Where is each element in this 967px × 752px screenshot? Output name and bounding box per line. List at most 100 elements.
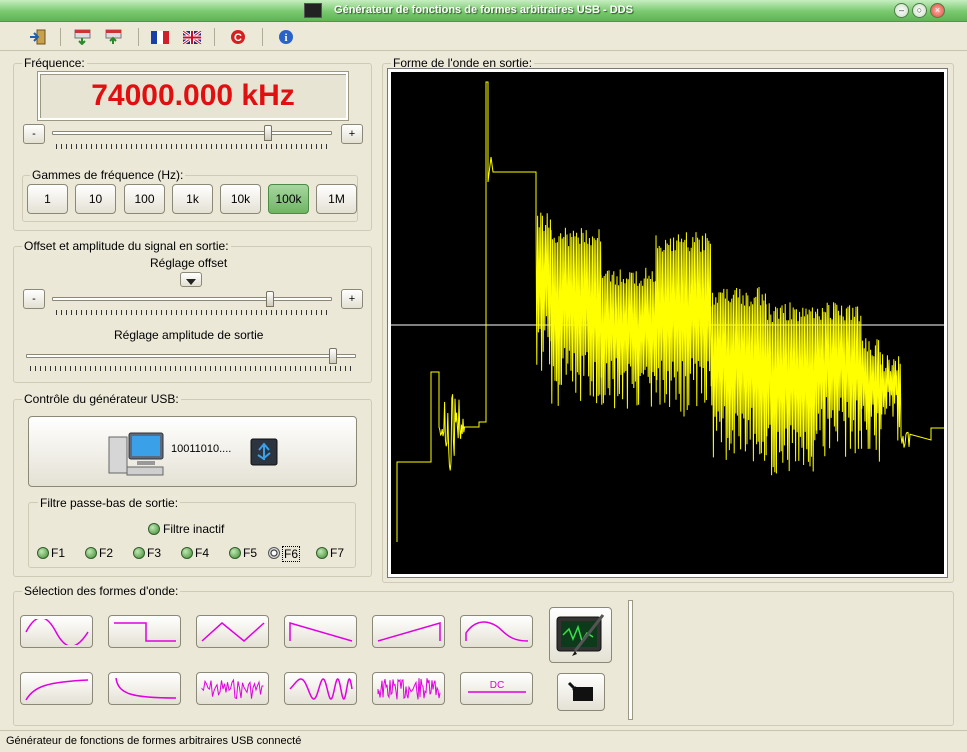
filter-radio-f1[interactable] [37, 547, 49, 559]
upload-icon[interactable] [104, 28, 124, 46]
range-button-1[interactable]: 1 [27, 184, 68, 214]
status-text: Générateur de fonctions de formes arbitr… [6, 735, 302, 747]
offset-dropdown-button[interactable] [180, 272, 202, 287]
frequency-slider-thumb[interactable] [263, 125, 272, 141]
offset-increase-button[interactable]: + [341, 289, 363, 309]
computer-icon [108, 432, 164, 476]
status-bar: Générateur de fonctions de formes arbitr… [0, 730, 967, 752]
scope-title: Forme de l'onde en sortie: [391, 56, 535, 70]
frequency-decrease-button[interactable]: - [23, 124, 45, 144]
frequency-slider-ticks [56, 144, 330, 149]
waveform-trace [396, 81, 944, 542]
filter-radio-f6[interactable] [268, 547, 280, 559]
offset-slider-thumb[interactable] [266, 291, 275, 307]
toolbar: C i [0, 23, 967, 51]
amplitude-label: Réglage amplitude de sortie [114, 328, 264, 342]
frequency-increase-button[interactable]: + [341, 124, 363, 144]
usb-chip-icon [250, 438, 278, 466]
frequency-display: 74000.000 kHz [38, 72, 348, 120]
ramp-up-button[interactable] [372, 615, 445, 648]
sine-wave-button[interactable] [20, 615, 93, 648]
close-button[interactable]: × [930, 3, 945, 18]
info-icon[interactable]: i [276, 28, 296, 46]
toolbar-separator [138, 28, 139, 46]
ramp-up-icon [377, 622, 441, 642]
waveform-selection-title: Sélection des formes d'onde: [22, 584, 181, 598]
scope-pen-icon [556, 614, 605, 656]
svg-text:i: i [284, 32, 287, 44]
window-title: Générateur de fonctions de formes arbitr… [334, 4, 633, 16]
dc-icon: DC [468, 680, 526, 693]
waveform-selection-group [13, 591, 954, 726]
maximize-button[interactable]: ○ [912, 3, 927, 18]
ramp-down-button[interactable] [284, 615, 357, 648]
usb-connect-button[interactable]: 10011010.... [28, 416, 357, 487]
toolbar-separator [60, 28, 61, 46]
range-button-10[interactable]: 10 [75, 184, 116, 214]
sine-wave-icon [25, 619, 89, 645]
range-button-100[interactable]: 100 [124, 184, 165, 214]
range-button-1M[interactable]: 1M [316, 184, 357, 214]
load-file-button[interactable] [557, 673, 605, 711]
exit-icon[interactable] [28, 28, 48, 46]
offset-amplitude-title: Offset et amplitude du signal en sortie: [22, 239, 231, 253]
amplitude-slider-ticks [30, 366, 354, 371]
offset-decrease-button[interactable]: - [23, 289, 45, 309]
range-button-10k[interactable]: 10k [220, 184, 261, 214]
noise-button[interactable] [196, 672, 269, 705]
offset-slider-track[interactable] [52, 297, 332, 301]
load-file-icon [567, 681, 593, 701]
dc-label: DC [490, 680, 504, 691]
filter-label-f1: F1 [51, 546, 66, 560]
noise-icon [201, 678, 264, 700]
filter-radio-f2[interactable] [85, 547, 97, 559]
exponential-decay-button[interactable] [108, 672, 181, 705]
filter-label-f2: F2 [99, 546, 114, 560]
waveform-display [388, 69, 947, 577]
chevron-down-icon [186, 279, 196, 285]
range-button-1k[interactable]: 1k [172, 184, 213, 214]
charge-curve-button[interactable] [460, 615, 533, 648]
usb-bits-label: 10011010.... [171, 443, 232, 455]
chirp-button[interactable] [284, 672, 357, 705]
filter-label-f5: F5 [243, 546, 258, 560]
range-button-100k[interactable]: 100k [268, 184, 309, 214]
filter-radio-f7[interactable] [316, 547, 328, 559]
arbitrary-editor-button[interactable] [549, 607, 612, 663]
dc-button[interactable]: DC [460, 672, 533, 705]
title-bar: Générateur de fonctions de formes arbitr… [0, 0, 967, 22]
frequency-slider-track[interactable] [52, 131, 332, 135]
filter-label-f7: F7 [330, 546, 345, 560]
filter-radio-f4[interactable] [181, 547, 193, 559]
filter-radio-f3[interactable] [133, 547, 145, 559]
frequency-value: 74000.000 kHz [91, 79, 295, 112]
frequency-group-title: Fréquence: [22, 56, 87, 70]
exponential-rise-button[interactable] [20, 672, 93, 705]
toolbar-separator [214, 28, 215, 46]
triangle-wave-icon [201, 622, 265, 642]
offset-label: Réglage offset [150, 256, 228, 270]
copyright-icon[interactable]: C [228, 28, 248, 46]
french-flag-icon[interactable] [150, 28, 170, 46]
filter-radio-f5[interactable] [229, 547, 241, 559]
waveform-plot [391, 81, 944, 542]
filter-inactive-led[interactable] [148, 523, 160, 535]
filter-inactive-label: Filtre inactif [163, 522, 225, 536]
amplitude-slider-thumb[interactable] [328, 348, 337, 364]
minimize-button[interactable]: – [894, 3, 909, 18]
square-wave-icon [114, 622, 176, 642]
dense-noise-button[interactable] [372, 672, 445, 705]
square-wave-button[interactable] [108, 615, 181, 648]
svg-text:C: C [234, 32, 242, 44]
amplitude-slider-track[interactable] [26, 354, 356, 358]
usb-control-title: Contrôle du générateur USB: [22, 392, 181, 406]
filter-group-title: Filtre passe-bas de sortie: [38, 496, 181, 510]
offset-slider-ticks [56, 310, 330, 315]
triangle-wave-button[interactable] [196, 615, 269, 648]
filter-label-f3: F3 [147, 546, 162, 560]
toolbar-separator [262, 28, 263, 46]
download-icon[interactable] [73, 28, 93, 46]
uk-flag-icon[interactable] [182, 28, 202, 46]
filter-label-f6: F6 [282, 546, 301, 562]
charge-curve-icon [465, 621, 529, 642]
